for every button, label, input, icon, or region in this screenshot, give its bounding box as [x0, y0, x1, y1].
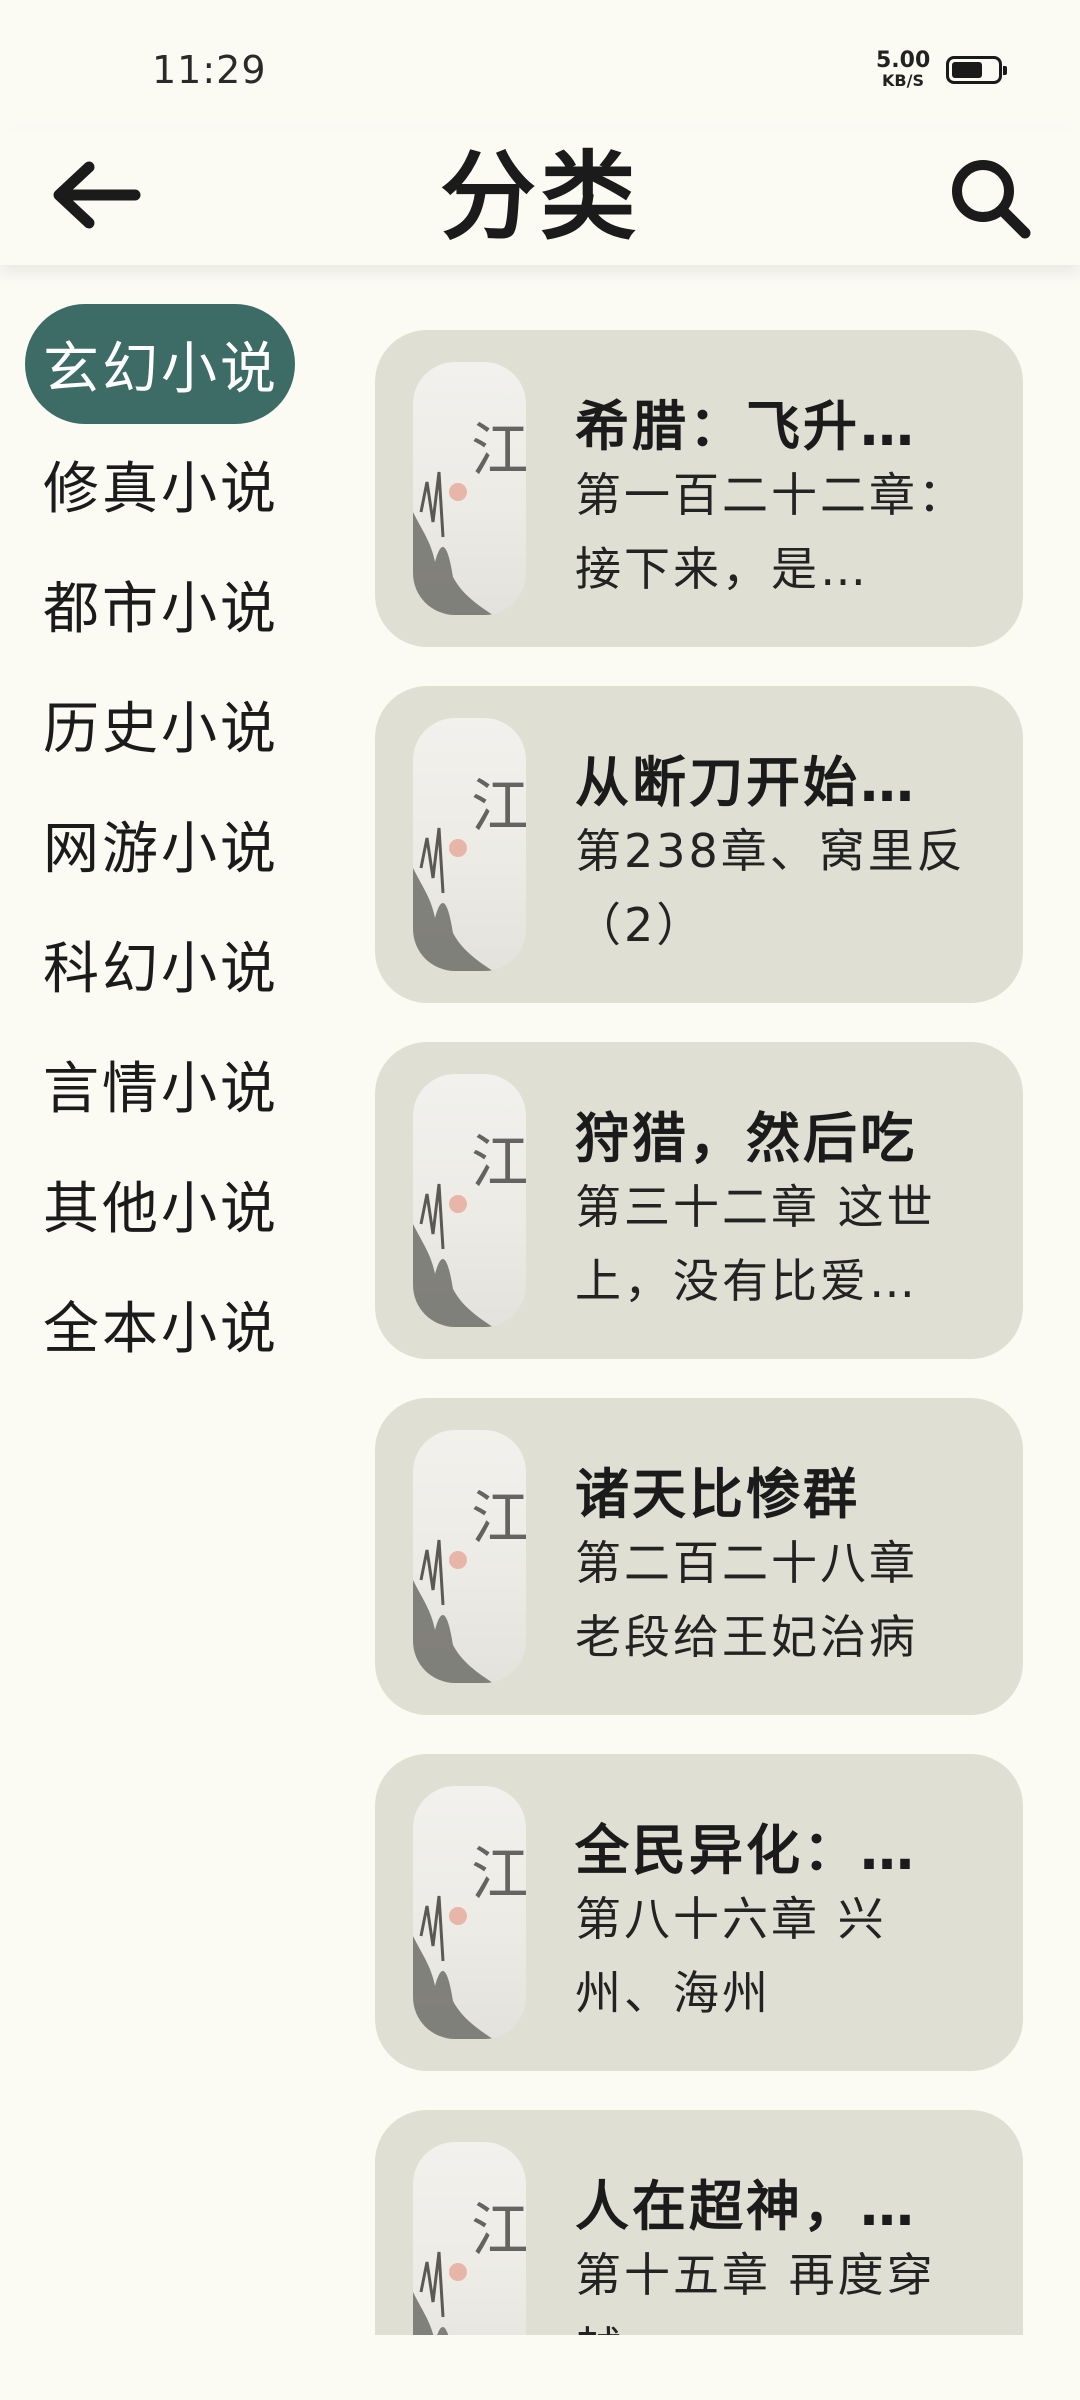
book-card[interactable]: 江湖 从断刀开始… 第238章、窝里反（2）: [375, 686, 1023, 1003]
book-cover-image: 江湖: [413, 362, 526, 615]
category-item-kehuan[interactable]: 科幻小说: [25, 904, 295, 1024]
book-latest-chapter: 第238章、窝里反（2）: [575, 824, 966, 952]
book-card[interactable]: 江湖 希腊：飞升… 第一百二十二章：接下来，是…: [375, 330, 1023, 647]
book-card[interactable]: 江湖 狩猎，然后吃 第三十二章 这世上，没有比爱…: [375, 1042, 1023, 1359]
battery-icon: [946, 56, 1007, 84]
back-button[interactable]: [40, 140, 150, 250]
category-item-yanqing[interactable]: 言情小说: [25, 1024, 295, 1144]
book-latest-chapter: 第八十六章 兴州、海州: [575, 1892, 887, 2020]
category-item-lishi[interactable]: 历史小说: [25, 664, 295, 784]
book-title: 希腊：飞升…: [575, 395, 917, 458]
category-sidebar: 玄幻小说 修真小说 都市小说 历史小说 网游小说 科幻小说 言情小说 其他小说 …: [25, 304, 295, 1384]
book-cover-image: 江湖: [413, 2142, 526, 2335]
cover-calligraphy: 江湖: [471, 1484, 526, 1552]
app-header: 分类: [0, 130, 1080, 265]
book-card[interactable]: 江湖 诸天比惨群 第二百二十八章 老段给王妃治病: [375, 1398, 1023, 1715]
category-item-dushi[interactable]: 都市小说: [25, 544, 295, 664]
book-list[interactable]: 江湖 希腊：飞升… 第一百二十二章：接下来，是… 江湖 从断刀开始… 第238章…: [375, 330, 1023, 2335]
network-speed-unit: KB/S: [882, 71, 924, 90]
category-item-qita[interactable]: 其他小说: [25, 1144, 295, 1264]
status-time: 11:29: [152, 48, 267, 92]
book-cover-image: 江湖: [413, 1074, 526, 1327]
cover-calligraphy: 江湖: [471, 416, 526, 484]
cover-calligraphy: 江湖: [471, 2196, 526, 2264]
page-title: 分类: [440, 141, 640, 253]
book-latest-chapter: 第一百二十二章：接下来，是…: [575, 468, 967, 596]
book-latest-chapter: 第三十二章 这世上，没有比爱…: [575, 1180, 936, 1308]
arrow-left-icon: [53, 161, 141, 229]
cover-calligraphy: 江湖: [471, 772, 526, 840]
book-title: 诸天比惨群: [575, 1463, 860, 1526]
book-title: 全民异化：…: [575, 1819, 917, 1882]
book-cover-image: 江湖: [413, 718, 526, 971]
book-cover-image: 江湖: [413, 1786, 526, 2039]
book-cover-image: 江湖: [413, 1430, 526, 1683]
network-speed-value: 5.00: [876, 48, 931, 73]
status-bar: 11:29 5.00 KB/S: [0, 0, 1080, 130]
book-card[interactable]: 江湖 全民异化：… 第八十六章 兴州、海州: [375, 1754, 1023, 2071]
search-button[interactable]: [930, 138, 1050, 258]
book-title: 人在超神，…: [575, 2175, 917, 2238]
book-latest-chapter: 第十五章 再度穿越: [575, 2248, 936, 2335]
search-icon: [952, 160, 1031, 239]
book-latest-chapter: 第二百二十八章 老段给王妃治病: [575, 1536, 918, 1664]
book-title: 狩猎，然后吃: [575, 1107, 917, 1170]
cover-calligraphy: 江湖: [471, 1128, 526, 1196]
network-speed-indicator: 5.00 KB/S: [876, 50, 930, 89]
category-item-xuanhuan[interactable]: 玄幻小说: [25, 304, 295, 424]
category-item-wangyou[interactable]: 网游小说: [25, 784, 295, 904]
cover-calligraphy: 江湖: [471, 1840, 526, 1908]
book-title: 从断刀开始…: [575, 751, 917, 814]
book-card[interactable]: 江湖 人在超神，… 第十五章 再度穿越: [375, 2110, 1023, 2335]
category-item-quanben[interactable]: 全本小说: [25, 1264, 295, 1384]
battery-level: [952, 62, 982, 78]
category-item-xiuzhen[interactable]: 修真小说: [25, 424, 295, 544]
